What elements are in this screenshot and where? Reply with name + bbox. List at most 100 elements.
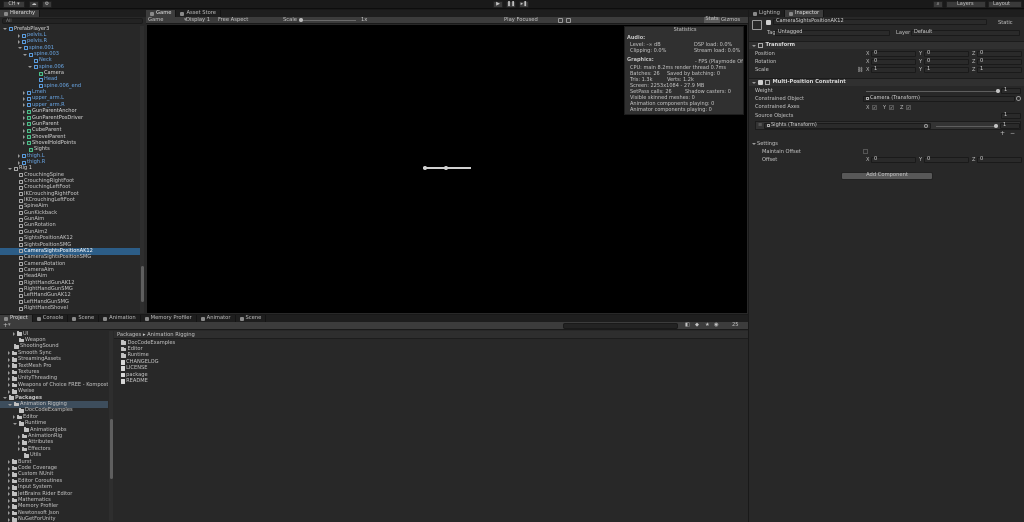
collapse-arrow-icon[interactable] (8, 167, 12, 170)
transform-header[interactable]: Transform (749, 41, 1024, 49)
active-checkbox[interactable] (766, 20, 771, 25)
tab-scene[interactable]: Scene (236, 315, 267, 322)
source-picker-icon[interactable] (924, 124, 928, 128)
source-weight-slider-handle[interactable] (994, 124, 998, 128)
hierarchy-scroll-thumb[interactable] (140, 266, 144, 302)
expand-arrow-icon[interactable] (8, 460, 10, 465)
source-weight-slider-track[interactable] (936, 126, 996, 127)
expand-arrow-icon[interactable] (23, 109, 25, 114)
expand-arrow-icon[interactable] (18, 33, 20, 38)
expand-arrow-icon[interactable] (8, 517, 10, 522)
axis-z-field[interactable]: 1 (977, 67, 1022, 73)
services-icon[interactable]: ⚙ (42, 1, 52, 8)
collapse-arrow-icon[interactable] (28, 66, 32, 69)
expand-arrow-icon[interactable] (18, 39, 20, 44)
hidden-packages-icon[interactable]: ◉ (714, 322, 719, 328)
expand-arrow-icon[interactable] (8, 511, 10, 516)
pause-button[interactable]: ❚❚ (506, 1, 516, 8)
maintain-offset-checkbox[interactable] (863, 149, 868, 154)
settings-fold-icon[interactable] (752, 143, 756, 145)
expand-arrow-icon[interactable] (18, 154, 20, 159)
breadcrumb-text[interactable]: Packages ▸ Animation Rigging (117, 332, 195, 338)
search-icon[interactable]: ⌕ (933, 1, 943, 8)
expand-arrow-icon[interactable] (8, 485, 10, 490)
axis-y-field[interactable]: 0 (924, 157, 969, 163)
favorites-icon[interactable]: ★ (705, 322, 710, 328)
axis-y-field[interactable]: 0 (924, 59, 969, 65)
project-folder-item[interactable]: NuGetForUnity (0, 517, 55, 522)
expand-arrow-icon[interactable] (23, 90, 25, 95)
static-toggle[interactable]: Static (998, 20, 1013, 26)
expand-arrow-icon[interactable] (8, 504, 10, 509)
project-search-input[interactable] (563, 323, 678, 329)
expand-arrow-icon[interactable] (23, 116, 25, 121)
axis-x-field[interactable]: 0 (871, 157, 916, 163)
tab-memory-profiler[interactable]: Memory Profiler (141, 315, 197, 322)
display-dropdown[interactable]: Display 1 (186, 17, 210, 23)
aspect-dropdown[interactable]: Free Aspect (218, 17, 248, 23)
tab-hierarchy[interactable]: Hierarchy (0, 10, 41, 17)
axis-x-field[interactable]: 0 (871, 59, 916, 65)
vsync-icon[interactable] (566, 17, 571, 23)
expand-arrow-icon[interactable] (18, 440, 20, 445)
hierarchy-search[interactable]: All (2, 18, 143, 24)
mute-audio-icon[interactable] (558, 17, 563, 23)
gizmos-dropdown[interactable]: Gizmos (721, 17, 740, 23)
expand-arrow-icon[interactable] (13, 415, 15, 420)
tab-game[interactable]: Game (146, 10, 177, 17)
tab-project[interactable]: Project (0, 315, 33, 322)
search-by-type-icon[interactable]: ◧ (685, 322, 690, 328)
layers-dropdown[interactable]: Layers (946, 1, 986, 8)
project-asset-item[interactable]: README (114, 378, 148, 384)
step-button[interactable]: ▸❚ (519, 1, 529, 8)
tab-animation[interactable]: Animation (99, 315, 141, 322)
tag-dropdown[interactable]: Untagged (775, 30, 890, 36)
expand-arrow-icon[interactable] (8, 472, 10, 477)
cloud-icon[interactable]: ☁ (29, 1, 39, 8)
expand-arrow-icon[interactable] (8, 479, 10, 484)
axis-x-label[interactable]: X (866, 158, 869, 163)
expand-arrow-icon[interactable] (18, 160, 20, 165)
expand-arrow-icon[interactable] (8, 376, 10, 381)
expand-arrow-icon[interactable] (23, 97, 25, 102)
source-count-field[interactable]: 1 (1001, 113, 1021, 119)
remove-source-icon[interactable]: − (1010, 131, 1015, 137)
collapse-arrow-icon[interactable] (23, 53, 27, 56)
axis-z-label[interactable]: Z (972, 68, 975, 73)
axis-z-label[interactable]: Z (972, 60, 975, 65)
expand-arrow-icon[interactable] (23, 128, 25, 133)
add-source-icon[interactable]: + (1000, 131, 1005, 137)
collapse-arrow-icon[interactable] (18, 47, 22, 50)
axis-x-label[interactable]: X (866, 52, 869, 57)
axis-y-label[interactable]: Y (919, 68, 922, 73)
collapse-arrow-icon[interactable] (3, 397, 7, 400)
expand-arrow-icon[interactable] (23, 135, 25, 140)
expand-arrow-icon[interactable] (8, 351, 10, 356)
object-picker-icon[interactable] (1016, 96, 1021, 101)
expand-arrow-icon[interactable] (8, 389, 10, 394)
weight-slider-handle[interactable] (996, 89, 1000, 93)
expand-arrow-icon[interactable] (23, 141, 25, 146)
axis-z-field[interactable]: 0 (977, 157, 1022, 163)
stats-button[interactable]: Stats (704, 17, 720, 23)
expand-arrow-icon[interactable] (18, 434, 20, 439)
add-component-button[interactable]: Add Component (841, 172, 933, 180)
collapse-arrow-icon[interactable] (13, 422, 17, 425)
mpc-enable-checkbox[interactable] (757, 80, 763, 85)
source-weight-field[interactable]: 1 (1000, 123, 1020, 129)
object-name-field[interactable]: CameraSightsPositionAK12 (773, 19, 987, 25)
tab-scene[interactable]: Scene (68, 315, 100, 322)
display-mode-dropdown[interactable]: Game (148, 17, 163, 23)
collapse-arrow-icon[interactable] (3, 28, 7, 31)
axis-x-field[interactable]: 0 (871, 51, 916, 57)
play-button[interactable]: ▶ (493, 1, 503, 8)
axis-checkbox[interactable]: ✓ (889, 105, 894, 110)
weight-slider-track[interactable] (866, 91, 998, 92)
scale-slider-track[interactable] (301, 20, 356, 21)
tab-asset-store[interactable]: Asset Store (176, 10, 221, 17)
source-object-field[interactable]: Sights (Transform) (764, 123, 931, 129)
expand-arrow-icon[interactable] (8, 364, 10, 369)
expand-arrow-icon[interactable] (8, 370, 10, 375)
expand-arrow-icon[interactable] (23, 122, 25, 127)
expand-arrow-icon[interactable] (8, 383, 10, 388)
